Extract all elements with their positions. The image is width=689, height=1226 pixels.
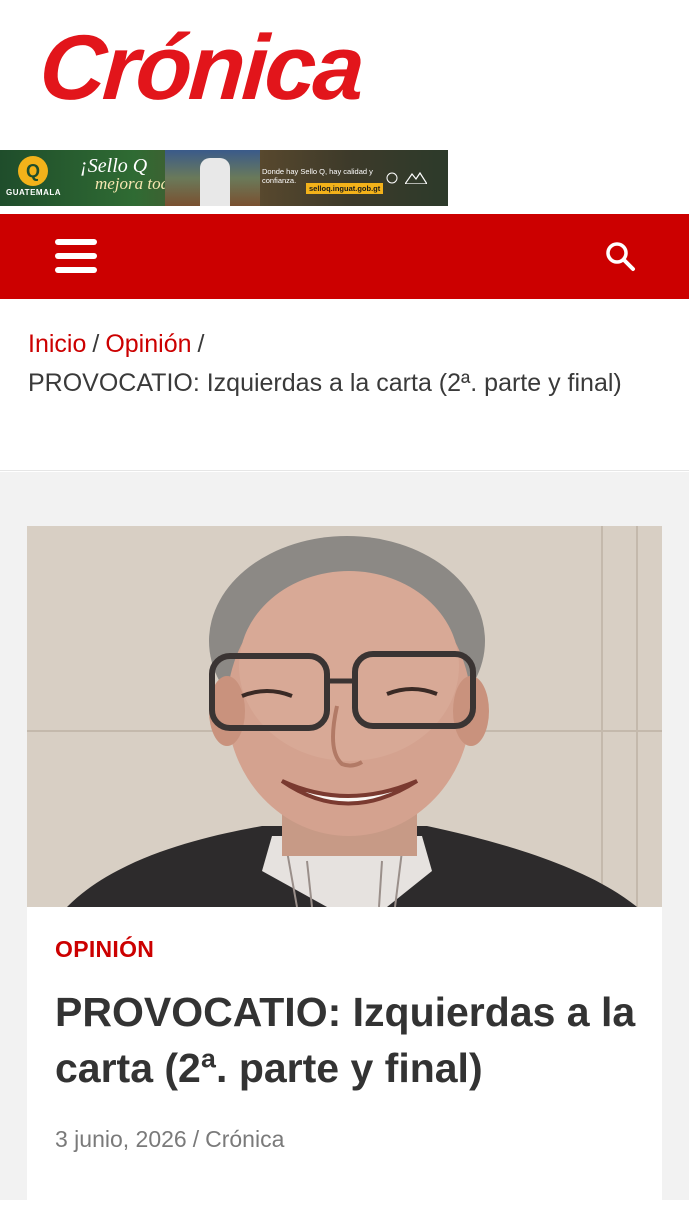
article-date[interactable]: 3 junio, 2026 [55, 1126, 187, 1152]
author-portrait [27, 526, 662, 907]
search-icon [606, 242, 635, 271]
menu-bar [55, 253, 97, 259]
ad-brand: GUATEMALA [6, 188, 62, 197]
breadcrumb-item-inicio[interactable]: Inicio [28, 330, 86, 358]
ad-photo-figure [200, 158, 230, 206]
breadcrumb-area: Inicio / Opinión / PROVOCATIO: Izquierdas a … [0, 299, 689, 471]
article-category[interactable]: OPINIÓN [55, 936, 154, 963]
article-featured-image[interactable] [27, 526, 662, 907]
breadcrumb-current: PROVOCATIO: Izquierdas a la carta (2ª. p… [28, 369, 622, 397]
article-title: PROVOCATIO: Izquierdas a la carta (2ª. p… [55, 989, 636, 1091]
breadcrumb: Inicio / Opinión / PROVOCATIO: Izquierdas a … [28, 325, 648, 403]
meta-separator: / [192, 1126, 200, 1152]
ad-url: selloq.inguat.gob.gt [306, 183, 384, 194]
main-navbar [0, 214, 689, 299]
breadcrumb-separator: / [92, 330, 100, 358]
article-card: OPINIÓN PROVOCATIO: Izquierdas a la cart… [27, 526, 662, 1226]
search-button[interactable] [603, 239, 637, 273]
article-author[interactable]: Crónica [205, 1126, 284, 1152]
menu-bar [55, 267, 97, 273]
ad-banner[interactable]: Q GUATEMALA ¡Sello Q mejora todo! Donde … [0, 150, 448, 206]
hamburger-menu-icon[interactable] [55, 237, 97, 275]
breadcrumb-item-opinion[interactable]: Opinión [105, 330, 191, 358]
ad-mountain-icon [405, 171, 427, 184]
breadcrumb-separator: / [197, 330, 205, 358]
article-meta: 3 junio, 2026/Crónica [55, 1126, 284, 1153]
ad-seal-icon [386, 172, 398, 184]
site-logo[interactable]: Crónica [36, 17, 365, 119]
sello-q-logo-icon: Q [18, 156, 48, 186]
site-header: Crónica [0, 0, 689, 150]
ad-slogan-line1: ¡Sello Q [80, 155, 148, 177]
menu-bar [55, 239, 97, 245]
